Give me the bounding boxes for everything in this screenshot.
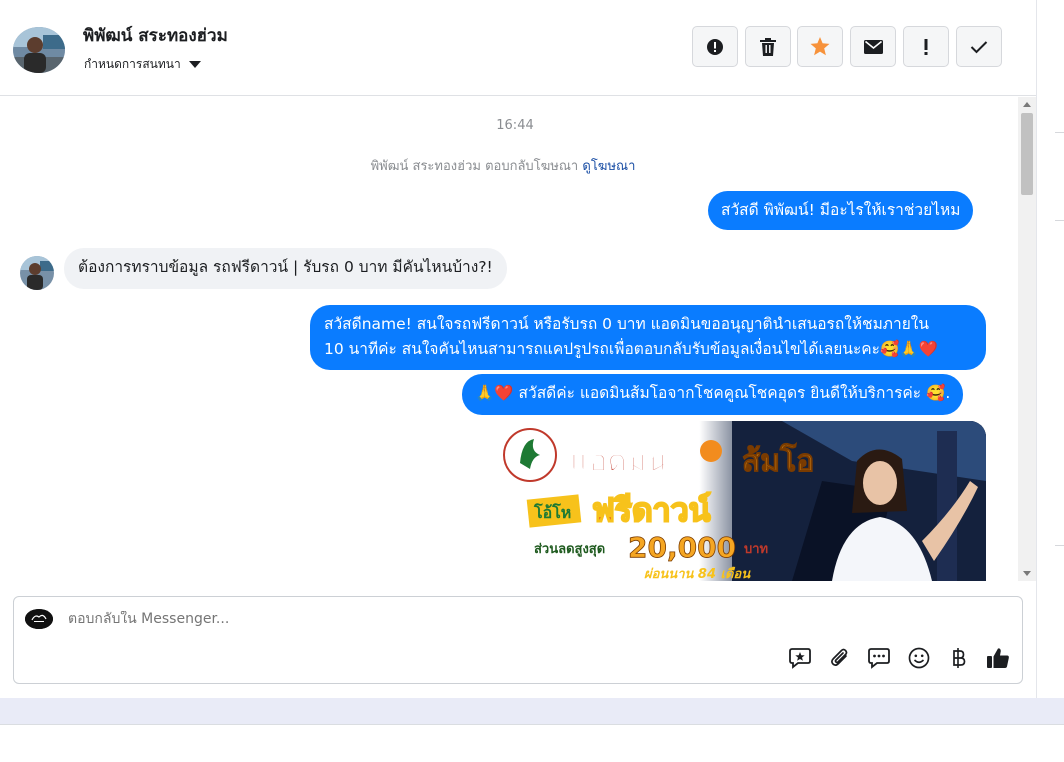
baht-icon <box>951 647 967 673</box>
page-footer-band <box>0 698 1064 724</box>
reply-input[interactable] <box>68 611 768 627</box>
attachment-icon <box>829 647 851 673</box>
ad-discount-unit: บาท <box>744 542 768 557</box>
view-ad-link[interactable]: ดูโฆษณา <box>582 159 635 174</box>
ad-headline: ฟรีดาวน์ <box>592 491 711 529</box>
emoji-button[interactable] <box>906 647 932 673</box>
page-avatar <box>25 609 53 629</box>
ad-title-right: ส้มโอ <box>742 442 814 479</box>
ad-image-graphic: แอดมิน ส้มโอ โอ้โห ฟรีดาวน์ ส่วนลดสูงสุด… <box>492 421 986 581</box>
ad-image-attachment[interactable]: แอดมิน ส้มโอ โอ้โห ฟรีดาวน์ ส่วนลดสูงสุด… <box>492 421 986 581</box>
ad-badge: โอ้โห <box>533 502 571 522</box>
ad-title-left: แอดมิน <box>570 444 668 479</box>
message-text-line: สวัสดีname! สนใจรถฟรีดาวน์ หรือรับรถ 0 บ… <box>324 315 929 333</box>
attach-file-button[interactable] <box>827 648 853 672</box>
side-panel-edge <box>1036 0 1064 723</box>
quick-reply-button[interactable] <box>866 648 892 672</box>
mark-done-button[interactable] <box>956 26 1002 67</box>
quick-reply-icon <box>868 647 890 673</box>
message-outgoing: 🙏❤️ สวัสดีค่ะ แอดมินส้มโอจากโชคคูณโชคอุด… <box>462 374 964 415</box>
thumbs-up-icon <box>986 647 1010 673</box>
payment-button[interactable] <box>946 648 972 672</box>
mark-unread-button[interactable] <box>850 26 896 67</box>
contact-avatar[interactable] <box>13 27 65 73</box>
assign-conversation-dropdown[interactable]: กำหนดการสนทนา <box>84 55 201 74</box>
ad-reply-notice: พิพัฒน์ สระทองฮ่วม ตอบกลับโฆษณา ดูโฆษณา <box>0 155 1006 176</box>
message-outgoing: สวัสดีname! สนใจรถฟรีดาวน์ หรือรับรถ 0 บ… <box>310 305 986 370</box>
divider <box>1055 132 1064 133</box>
message-thread[interactable]: 16:44 พิพัฒน์ สระทองฮ่วม ตอบกลับโฆษณา ดู… <box>0 97 1036 581</box>
ad-reply-text: พิพัฒน์ สระทองฮ่วม ตอบกลับโฆษณา <box>370 159 579 174</box>
message-timestamp: 16:44 <box>496 118 534 133</box>
page-bottom <box>0 724 1064 762</box>
emoji-icon <box>908 647 930 673</box>
assign-label: กำหนดการสนทนา <box>84 57 181 71</box>
message-outgoing: สวัสดี พิพัฒน์! มีอะไรให้เราช่วยไหม <box>708 191 974 230</box>
inbox-app: พิพัฒน์ สระทองฮ่วม กำหนดการสนทนา 16:44 พ… <box>0 0 1064 762</box>
divider <box>1055 545 1064 546</box>
scroll-up-arrow-icon[interactable] <box>1023 102 1031 107</box>
message-text: 🙏❤️ สวัสดีค่ะ แอดมินส้มโอจากโชคคูณโชคอุด… <box>475 384 951 402</box>
reply-composer[interactable] <box>13 596 1023 684</box>
message-text-line: 10 นาทีค่ะ สนใจคันไหนสามารถแคปรูปรถเพื่อ… <box>324 340 938 358</box>
ad-installment: ผ่อนนาน 84 เดือน <box>644 566 751 581</box>
saved-reply-icon <box>789 647 811 673</box>
scroll-down-arrow-icon[interactable] <box>1023 571 1031 576</box>
contact-name: พิพัฒน์ สระทองฮ่วม <box>83 26 228 46</box>
message-text: ต้องการทราบข้อมูล รถฟรีดาวน์ | รับรถ 0 บ… <box>78 258 493 276</box>
star-button[interactable] <box>797 26 843 67</box>
delete-button[interactable] <box>745 26 791 67</box>
trash-icon <box>760 37 776 56</box>
envelope-icon <box>863 39 883 54</box>
conversation-header: พิพัฒน์ สระทองฮ่วม กำหนดการสนทนา <box>0 0 1036 96</box>
ad-discount-value: 20,000 <box>628 531 736 564</box>
divider <box>1055 220 1064 221</box>
message-incoming: ต้องการทราบข้อมูล รถฟรีดาวน์ | รับรถ 0 บ… <box>64 248 507 289</box>
saved-reply-button[interactable] <box>787 648 813 672</box>
thread-scrollbar[interactable] <box>1018 97 1036 581</box>
alert-circle-icon <box>706 38 724 56</box>
like-button[interactable] <box>985 648 1011 672</box>
exclamation-icon <box>923 38 929 56</box>
scrollbar-thumb[interactable] <box>1021 113 1033 195</box>
ad-discount-label: ส่วนลดสูงสุด <box>534 542 605 557</box>
checkmark-icon <box>970 40 988 54</box>
follow-up-button[interactable] <box>903 26 949 67</box>
mark-spam-button[interactable] <box>692 26 738 67</box>
sender-avatar <box>20 256 54 290</box>
message-text: สวัสดี พิพัฒน์! มีอะไรให้เราช่วยไหม <box>721 201 961 219</box>
star-icon <box>810 37 830 56</box>
caret-down-icon <box>188 61 201 68</box>
